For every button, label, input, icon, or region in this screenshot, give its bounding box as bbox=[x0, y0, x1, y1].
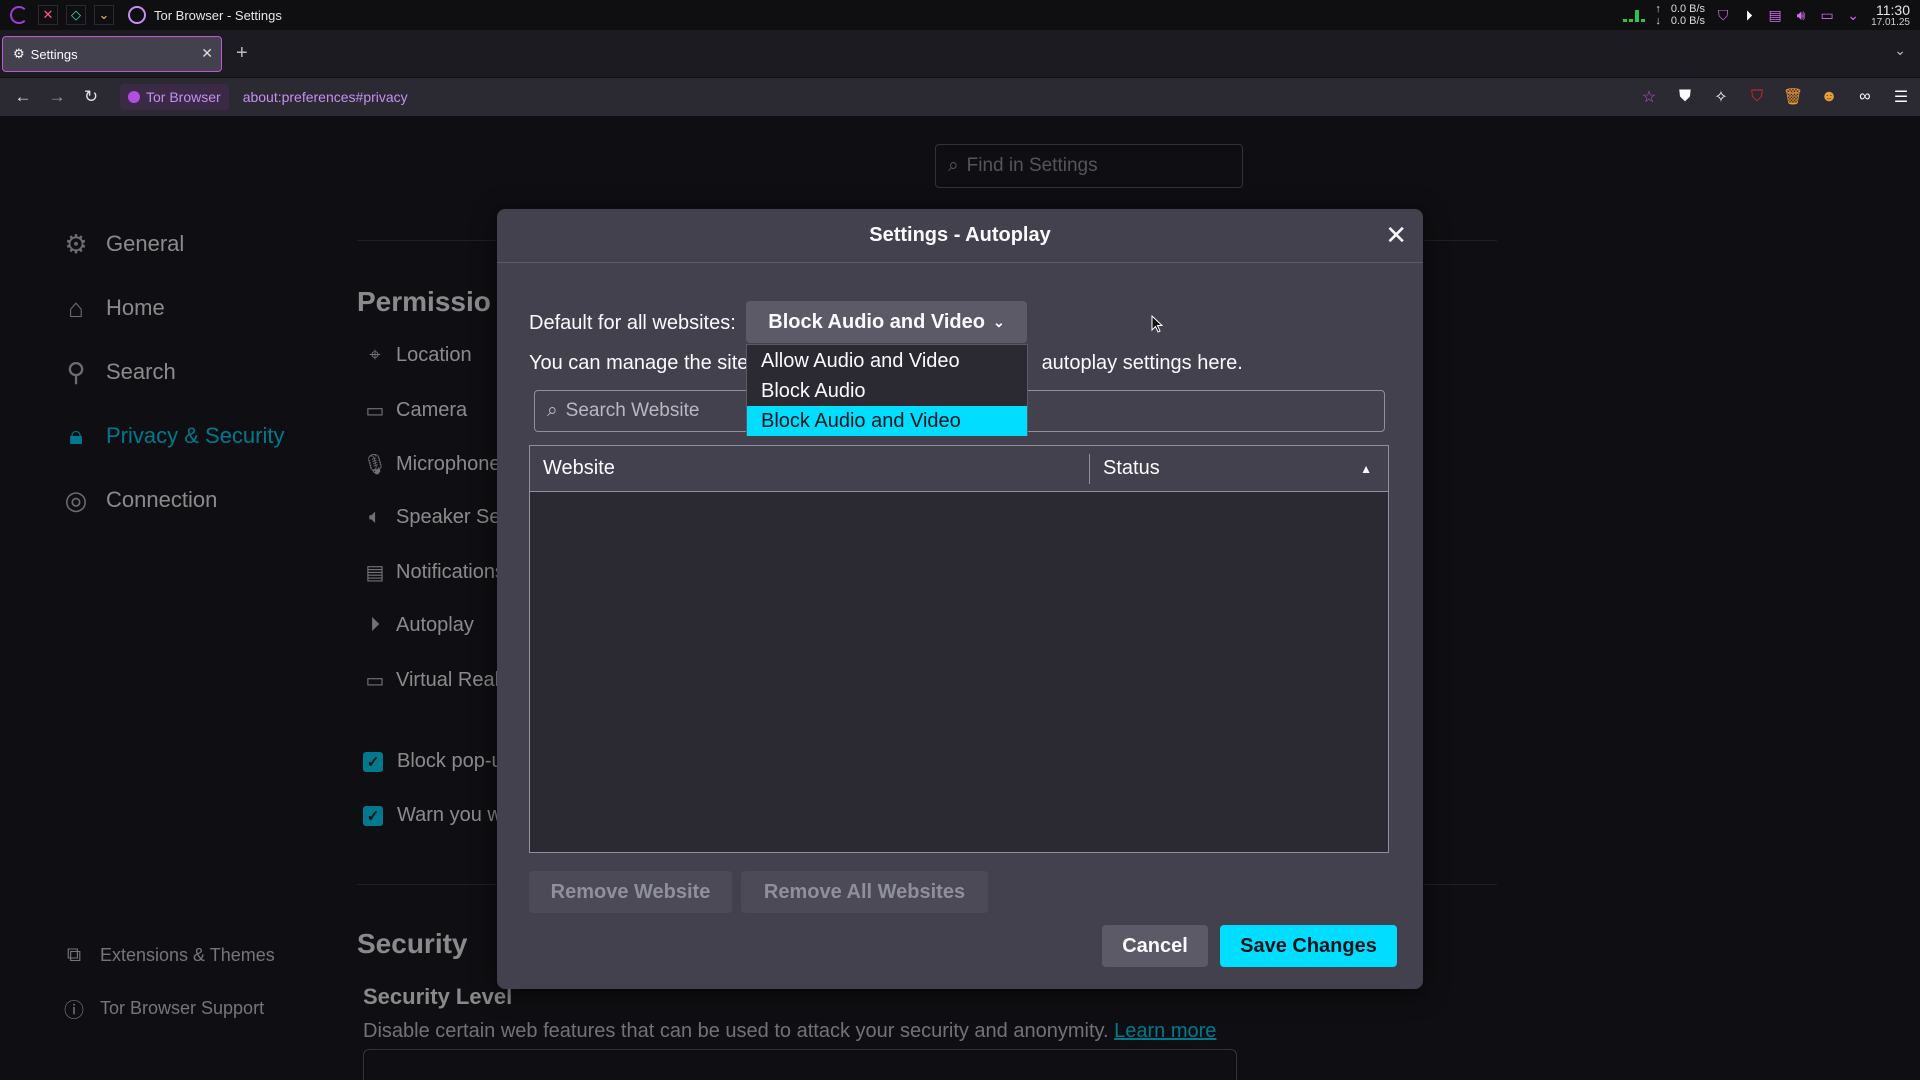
autoplay-settings-dialog: Settings - Autoplay ✕ Default for all we… bbox=[497, 209, 1423, 989]
gear-icon: ⚙ bbox=[13, 46, 25, 61]
clipboard-tray-icon[interactable]: ▤ bbox=[1767, 7, 1783, 23]
autoplay-options-dropdown: Allow Audio and Video Block Audio Block … bbox=[746, 344, 1028, 436]
url-bar[interactable]: Tor Browser about:preferences#privacy bbox=[120, 82, 1400, 112]
button-label: Remove Website bbox=[550, 880, 711, 903]
toolbar-icons: ☆ ⛊ ✧ ⛉ 🗑︎ ☻ ∞ ☰ bbox=[1638, 78, 1912, 116]
option-allow-audio-video[interactable]: Allow Audio and Video bbox=[747, 346, 1027, 376]
network-graph-icon bbox=[1623, 8, 1646, 22]
cancel-button[interactable]: Cancel bbox=[1102, 925, 1208, 967]
float-window-icon[interactable]: ◇ bbox=[66, 5, 86, 25]
close-tab-icon[interactable]: ✕ bbox=[201, 45, 213, 62]
extension-mask-icon[interactable]: ∞ bbox=[1854, 88, 1876, 106]
new-identity-icon[interactable]: ✧ bbox=[1710, 87, 1732, 107]
back-button[interactable]: ← bbox=[6, 87, 40, 107]
dialog-title: Settings - Autoplay bbox=[869, 224, 1051, 246]
extension-owl-icon[interactable]: ☻ bbox=[1818, 88, 1840, 106]
button-label: Save Changes bbox=[1240, 934, 1377, 957]
volume-tray-icon[interactable]: 🔊︎ bbox=[1793, 7, 1809, 23]
identity-box[interactable]: Tor Browser bbox=[120, 84, 229, 110]
column-label: Status bbox=[1103, 457, 1160, 479]
net-down-value: 0.0 B/s bbox=[1670, 15, 1706, 27]
chevron-down-icon: ⌄ bbox=[992, 313, 1005, 330]
tab-settings[interactable]: ⚙ Settings ✕ bbox=[2, 36, 222, 72]
system-top-bar: ✕ ◇ ⌄ Tor Browser - Settings ↑ ↓ 0.0 B/s … bbox=[0, 0, 1920, 30]
tab-label: Settings bbox=[30, 46, 78, 62]
default-autoplay-select[interactable]: Block Audio and Video ⌄ bbox=[746, 301, 1027, 343]
column-label: Website bbox=[543, 457, 615, 479]
tor-app-icon bbox=[128, 6, 146, 24]
save-changes-button[interactable]: Save Changes bbox=[1220, 925, 1397, 967]
network-speed: 0.0 B/s 0.0 B/s bbox=[1671, 3, 1705, 27]
reload-button[interactable]: ↻ bbox=[74, 87, 108, 107]
navigation-bar: ← → ↻ Tor Browser about:preferences#priv… bbox=[0, 78, 1920, 116]
table-header: Website Status ▲ bbox=[530, 446, 1388, 492]
default-label: Default for all websites: bbox=[529, 312, 736, 334]
network-arrows-icon: ↑ ↓ bbox=[1655, 3, 1661, 27]
option-block-audio[interactable]: Block Audio bbox=[747, 376, 1027, 406]
manage-text-right: autoplay settings here. bbox=[1041, 352, 1243, 374]
select-value: Block Audio and Video bbox=[768, 310, 985, 333]
forward-button[interactable]: → bbox=[40, 87, 74, 107]
shield-tray-icon[interactable]: ⛉ bbox=[1715, 7, 1731, 23]
net-up-value: 0.0 B/s bbox=[1670, 3, 1706, 15]
minimize-window-icon[interactable]: ⌄ bbox=[94, 5, 114, 25]
tray-expand-icon[interactable]: ⌄ bbox=[1845, 7, 1861, 23]
identity-label: Tor Browser bbox=[146, 89, 221, 105]
ublock-icon[interactable]: ⛉ bbox=[1746, 88, 1768, 106]
search-placeholder: Search Website bbox=[565, 400, 700, 421]
display-tray-icon[interactable]: ▭ bbox=[1819, 7, 1835, 23]
dialog-header: Settings - Autoplay bbox=[497, 209, 1423, 263]
tab-strip: ⚙ Settings ✕ + ⌄ bbox=[0, 30, 1920, 78]
websites-table: Website Status ▲ bbox=[529, 445, 1389, 853]
column-header-website[interactable]: Website bbox=[530, 453, 1090, 484]
clock-time: 11:30 bbox=[1876, 1, 1910, 18]
manage-text-left: You can manage the site bbox=[529, 352, 749, 374]
media-play-tray-icon[interactable]: ⏵ bbox=[1741, 7, 1757, 23]
clock-date: 17.01.25 bbox=[1871, 16, 1910, 28]
shield-icon[interactable]: ⛊ bbox=[1674, 88, 1696, 106]
new-tab-button[interactable]: + bbox=[236, 42, 248, 65]
clock[interactable]: 11:30 17.01.25 bbox=[1871, 3, 1910, 28]
column-header-status[interactable]: Status ▲ bbox=[1090, 457, 1388, 480]
close-icon[interactable]: ✕ bbox=[1385, 221, 1407, 249]
button-label: Remove All Websites bbox=[763, 880, 966, 903]
remove-all-websites-button[interactable]: Remove All Websites bbox=[741, 871, 988, 913]
extension-trash-icon[interactable]: 🗑︎ bbox=[1782, 87, 1804, 107]
list-all-tabs-icon[interactable]: ⌄ bbox=[1894, 42, 1906, 59]
window-title: Tor Browser - Settings bbox=[154, 7, 282, 23]
sort-ascending-icon: ▲ bbox=[1360, 461, 1372, 476]
close-window-icon[interactable]: ✕ bbox=[38, 5, 58, 25]
tor-onion-icon bbox=[128, 91, 140, 103]
bookmark-star-icon[interactable]: ☆ bbox=[1638, 87, 1660, 107]
mouse-cursor-icon bbox=[1151, 315, 1163, 333]
remove-website-button[interactable]: Remove Website bbox=[529, 871, 732, 913]
menu-icon[interactable]: ☰ bbox=[1890, 87, 1912, 107]
url-text[interactable]: about:preferences#privacy bbox=[243, 89, 408, 105]
button-label: Cancel bbox=[1122, 934, 1188, 957]
launcher-icon[interactable] bbox=[10, 6, 28, 24]
option-block-audio-video[interactable]: Block Audio and Video bbox=[747, 406, 1027, 436]
search-icon: ⌕ bbox=[547, 400, 558, 421]
